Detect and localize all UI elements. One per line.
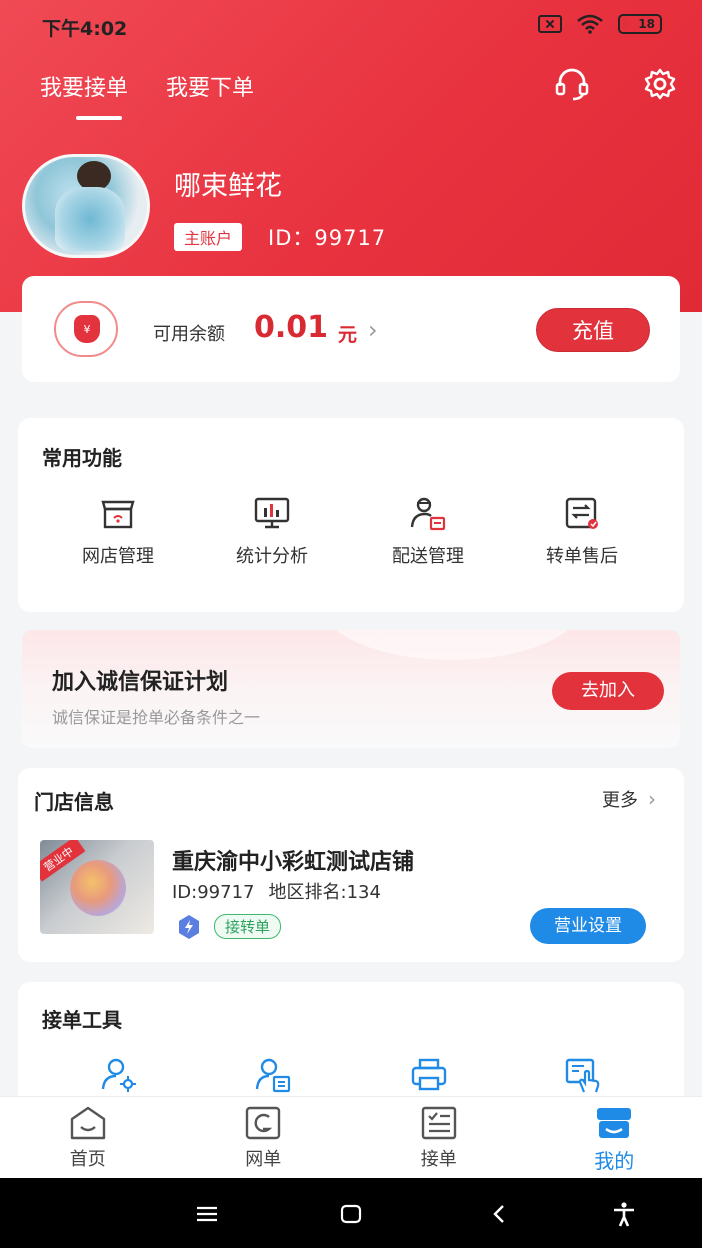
avatar[interactable] (22, 154, 150, 258)
business-settings-button[interactable]: 营业设置 (530, 908, 646, 944)
nav-label: 首页 (69, 1149, 106, 1170)
top-tabs: 我要接单 我要下单 (40, 70, 254, 120)
nav-label: 网单 (245, 1149, 282, 1170)
nav-label: 接单 (420, 1149, 457, 1170)
more-label: 更多 (602, 790, 638, 811)
join-button[interactable]: 去加入 (552, 672, 664, 710)
func-store-management[interactable]: 网店管理 (48, 494, 188, 568)
main-account-badge: 主账户 (174, 223, 243, 251)
user-list-icon[interactable] (254, 1056, 292, 1094)
common-functions-title: 常用功能 (42, 446, 122, 470)
tab-receive-orders[interactable]: 我要接单 (40, 70, 128, 120)
nav-label: 我的 (594, 1149, 635, 1173)
status-bar: 下午4:02 18 (0, 0, 702, 52)
balance-card: ¥ 可用余额 0.01 元 › 充值 (22, 276, 680, 382)
bottom-nav: 首页 网单 接单 我的 (0, 1096, 702, 1178)
battery-indicator: 18 (618, 14, 662, 34)
profile-store-icon (597, 1108, 632, 1138)
profile-name: 哪束鲜花 (174, 171, 282, 202)
tab-place-orders[interactable]: 我要下单 (166, 70, 254, 102)
store-id: ID:99717 (172, 882, 255, 903)
func-statistics[interactable]: 统计分析 (202, 494, 342, 568)
verified-lightning-icon (179, 915, 199, 939)
common-functions-card: 常用功能 网店管理 统计分析 配送管理 转单售后 (18, 418, 684, 612)
func-label: 转单售后 (546, 546, 618, 567)
banner-subtitle: 诚信保证是抢单必备条件之一 (52, 708, 261, 727)
home-icon (70, 1106, 105, 1140)
order-tools-title: 接单工具 (42, 1008, 122, 1032)
profile-id: ID：99717 (268, 226, 387, 250)
nav-receive[interactable]: 接单 (351, 1097, 527, 1178)
accessibility-icon[interactable] (610, 1200, 638, 1228)
status-time: 下午4:02 (42, 18, 128, 40)
nav-web-orders[interactable]: 网单 (176, 1097, 352, 1178)
balance-value[interactable]: 0.01 (254, 310, 328, 345)
nav-mine[interactable]: 我的 (527, 1097, 702, 1178)
balance-unit: 元 (338, 324, 358, 346)
nav-home[interactable]: 首页 (0, 1097, 176, 1178)
func-transfer-aftersale[interactable]: 转单售后 (512, 494, 652, 568)
banner-title: 加入诚信保证计划 (52, 670, 229, 695)
chart-icon (254, 497, 290, 529)
func-delivery[interactable]: 配送管理 (358, 494, 498, 568)
status-icons: 18 (538, 14, 662, 34)
system-navigation-bar (0, 1178, 702, 1248)
func-label: 配送管理 (392, 546, 464, 567)
integrity-banner[interactable]: 加入诚信保证计划 诚信保证是抢单必备条件之一 去加入 (22, 630, 680, 748)
store-rank: 地区排名:134 (268, 882, 381, 903)
user-settings-icon[interactable] (100, 1056, 138, 1094)
func-label: 网店管理 (82, 546, 154, 567)
money-bag-icon: ¥ (54, 301, 118, 357)
chevron-right-icon[interactable]: › (368, 316, 378, 344)
balance-label: 可用余额 (153, 324, 225, 345)
store-info-card: 门店信息 更多 › 营业中 重庆渝中小彩虹测试店铺 ID:99717 地区排名:13… (18, 768, 684, 962)
store-thumbnail[interactable]: 营业中 (40, 840, 154, 934)
accept-transfer-tag: 接转单 (214, 914, 282, 939)
no-sim-icon (538, 15, 562, 33)
gear-icon[interactable] (642, 66, 678, 102)
home-square-icon[interactable] (337, 1200, 365, 1228)
bouquet-image (70, 860, 126, 916)
printer-icon[interactable] (410, 1056, 448, 1094)
checklist-icon (421, 1106, 456, 1140)
store-meta: ID:99717 地区排名:134 (172, 878, 381, 904)
func-label: 统计分析 (236, 546, 308, 567)
recharge-button[interactable]: 充值 (536, 308, 650, 352)
menu-icon[interactable] (193, 1200, 221, 1228)
courier-icon (410, 497, 446, 531)
more-link[interactable]: 更多 › (602, 786, 656, 812)
store-name: 重庆渝中小彩虹测试店铺 (172, 850, 415, 875)
store-info-title: 门店信息 (34, 790, 114, 814)
chevron-right-icon: › (648, 787, 656, 811)
web-order-icon (246, 1106, 281, 1140)
headset-icon[interactable] (554, 66, 590, 102)
transfer-icon (565, 497, 598, 529)
wifi-icon (577, 14, 603, 34)
store-icon (101, 500, 135, 529)
touch-screen-icon[interactable] (564, 1056, 602, 1094)
back-icon[interactable] (486, 1200, 514, 1228)
